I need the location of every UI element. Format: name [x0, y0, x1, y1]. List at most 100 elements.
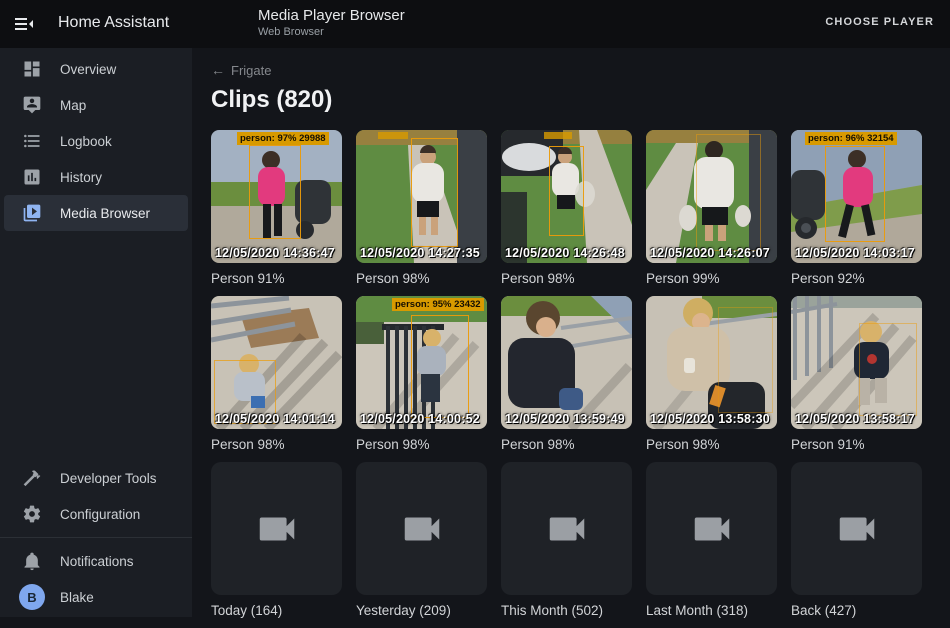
clip-thumbnail: person: 95% 23432 12/05/2020 14:00:52: [356, 296, 487, 429]
video-camera-icon: [254, 506, 300, 552]
sidebar-item-label: Developer Tools: [60, 471, 157, 486]
folder-label: Back (427): [791, 595, 922, 618]
folder-item-yesterday[interactable]: Yesterday (209): [356, 462, 487, 628]
choose-player-button[interactable]: CHOOSE PLAYER: [825, 16, 934, 28]
sidebar-toggle-icon[interactable]: [12, 12, 36, 36]
sidebar-item-history[interactable]: History: [0, 159, 192, 195]
clip-item[interactable]: 12/05/2020 13:58:17 Person 91%: [791, 296, 922, 462]
video-camera-icon: [834, 506, 880, 552]
clip-thumbnail: 12/05/2020 14:27:35: [356, 130, 487, 263]
clip-thumbnail: 12/05/2020 14:26:48: [501, 130, 632, 263]
folder-item-last-month[interactable]: Last Month (318): [646, 462, 777, 628]
detection-label: person: 96% 32154: [805, 132, 897, 145]
clip-item[interactable]: person: 97% 29988 12/05/2020 14:36:47 Pe…: [211, 130, 342, 296]
clip-timestamp: 12/05/2020 13:58:17: [795, 412, 915, 426]
sidebar-item-logbook[interactable]: Logbook: [0, 123, 192, 159]
breadcrumb-back-frigate[interactable]: ← Frigate: [211, 62, 950, 78]
video-camera-icon: [399, 506, 445, 552]
page-title-topbar: Media Player Browser: [258, 7, 405, 24]
clip-thumbnail: person: 97% 29988 12/05/2020 14:36:47: [211, 130, 342, 263]
clip-timestamp: 12/05/2020 14:27:35: [360, 246, 480, 260]
clip-caption: Person 98%: [501, 263, 632, 286]
detection-bbox: [825, 146, 885, 242]
sidebar-item-user-profile[interactable]: B Blake: [0, 579, 192, 615]
folder-card: [356, 462, 487, 595]
detection-bbox: [549, 146, 583, 236]
clip-caption: Person 98%: [211, 429, 342, 452]
clip-item[interactable]: person: 95% 23432 12/05/2020 14:00:52 Pe…: [356, 296, 487, 462]
clip-item[interactable]: 12/05/2020 14:01:14 Person 98%: [211, 296, 342, 462]
clip-caption: Person 99%: [646, 263, 777, 286]
detection-label: person: 95% 23432: [392, 298, 484, 311]
clip-timestamp: 12/05/2020 13:59:49: [505, 412, 625, 426]
detection-bbox: [249, 145, 301, 239]
detection-bbox: [718, 307, 773, 413]
sidebar-item-label: Configuration: [60, 507, 140, 522]
app-title: Home Assistant: [58, 14, 169, 32]
page-subtitle-topbar: Web Browser: [258, 26, 405, 38]
view-dashboard-icon: [22, 59, 42, 79]
back-arrow-icon: ←: [211, 62, 225, 78]
sidebar-item-notifications[interactable]: Notifications: [0, 543, 192, 579]
sidebar-item-label: Media Browser: [60, 206, 150, 221]
clip-timestamp: 12/05/2020 14:03:17: [795, 246, 915, 260]
clip-item[interactable]: 12/05/2020 13:58:30 Person 98%: [646, 296, 777, 462]
clip-thumbnail: 12/05/2020 14:26:07: [646, 130, 777, 263]
top-app-bar: Home Assistant Media Player Browser Web …: [0, 0, 950, 48]
clip-caption: Person 98%: [356, 263, 487, 286]
sidebar: Overview Map Logbook History Media Brows…: [0, 48, 192, 617]
sidebar-item-overview[interactable]: Overview: [0, 51, 192, 87]
clip-caption: Person 98%: [356, 429, 487, 452]
clip-caption: Person 98%: [646, 429, 777, 452]
user-name: Blake: [60, 590, 94, 605]
chart-box-icon: [22, 167, 42, 187]
folder-card: [211, 462, 342, 595]
video-camera-icon: [689, 506, 735, 552]
clip-caption: Person 92%: [791, 263, 922, 286]
clip-thumbnail: person: 96% 32154 12/05/2020 14:03:17: [791, 130, 922, 263]
clip-item[interactable]: 12/05/2020 14:27:35 Person 98%: [356, 130, 487, 296]
media-browser-content: ← Frigate Clips (820) person: 97% 29988 …: [192, 48, 950, 617]
sidebar-item-configuration[interactable]: Configuration: [0, 496, 192, 532]
list-bulleted-icon: [22, 131, 42, 151]
clip-item[interactable]: 12/05/2020 14:26:48 Person 98%: [501, 130, 632, 296]
sidebar-divider: [0, 537, 192, 538]
clip-timestamp: 12/05/2020 13:58:30: [650, 412, 770, 426]
clip-item[interactable]: person: 96% 32154 12/05/2020 14:03:17 Pe…: [791, 130, 922, 296]
clip-timestamp: 12/05/2020 14:26:48: [505, 246, 625, 260]
folder-label: Last Month (318): [646, 595, 777, 618]
detection-label: person: 97% 29988: [237, 132, 329, 145]
detection-bbox: [696, 134, 762, 251]
sidebar-item-map[interactable]: Map: [0, 87, 192, 123]
clip-item[interactable]: 12/05/2020 13:59:49 Person 98%: [501, 296, 632, 462]
folder-label: Today (164): [211, 595, 342, 618]
page-title: Clips (820): [211, 86, 950, 114]
clip-caption: Person 98%: [501, 429, 632, 452]
sidebar-item-media-browser[interactable]: Media Browser: [4, 195, 188, 231]
sidebar-item-label: Notifications: [60, 554, 134, 569]
sidebar-item-developer-tools[interactable]: Developer Tools: [0, 460, 192, 496]
sidebar-item-label: Overview: [60, 62, 116, 77]
gear-icon: [22, 504, 42, 524]
folder-item-back[interactable]: Back (427): [791, 462, 922, 628]
clip-timestamp: 12/05/2020 14:26:07: [650, 246, 770, 260]
folder-card: [791, 462, 922, 595]
detection-bbox: [411, 138, 458, 247]
person-bubble-icon: [22, 95, 42, 115]
folder-item-this-month[interactable]: This Month (502): [501, 462, 632, 628]
detection-bbox: [859, 323, 917, 416]
clip-item[interactable]: 12/05/2020 14:26:07 Person 99%: [646, 130, 777, 296]
clip-timestamp: 12/05/2020 14:00:52: [360, 412, 480, 426]
bell-icon: [22, 551, 42, 571]
folder-card: [501, 462, 632, 595]
video-camera-icon: [544, 506, 590, 552]
sidebar-item-label: Map: [60, 98, 86, 113]
play-box-multiple-icon: [22, 203, 42, 223]
clip-caption: Person 91%: [791, 429, 922, 452]
clip-caption: Person 91%: [211, 263, 342, 286]
breadcrumb-label: Frigate: [231, 63, 271, 78]
user-avatar: B: [19, 584, 45, 610]
folder-item-today[interactable]: Today (164): [211, 462, 342, 628]
clip-thumbnail: 12/05/2020 14:01:14: [211, 296, 342, 429]
hammer-icon: [22, 468, 42, 488]
